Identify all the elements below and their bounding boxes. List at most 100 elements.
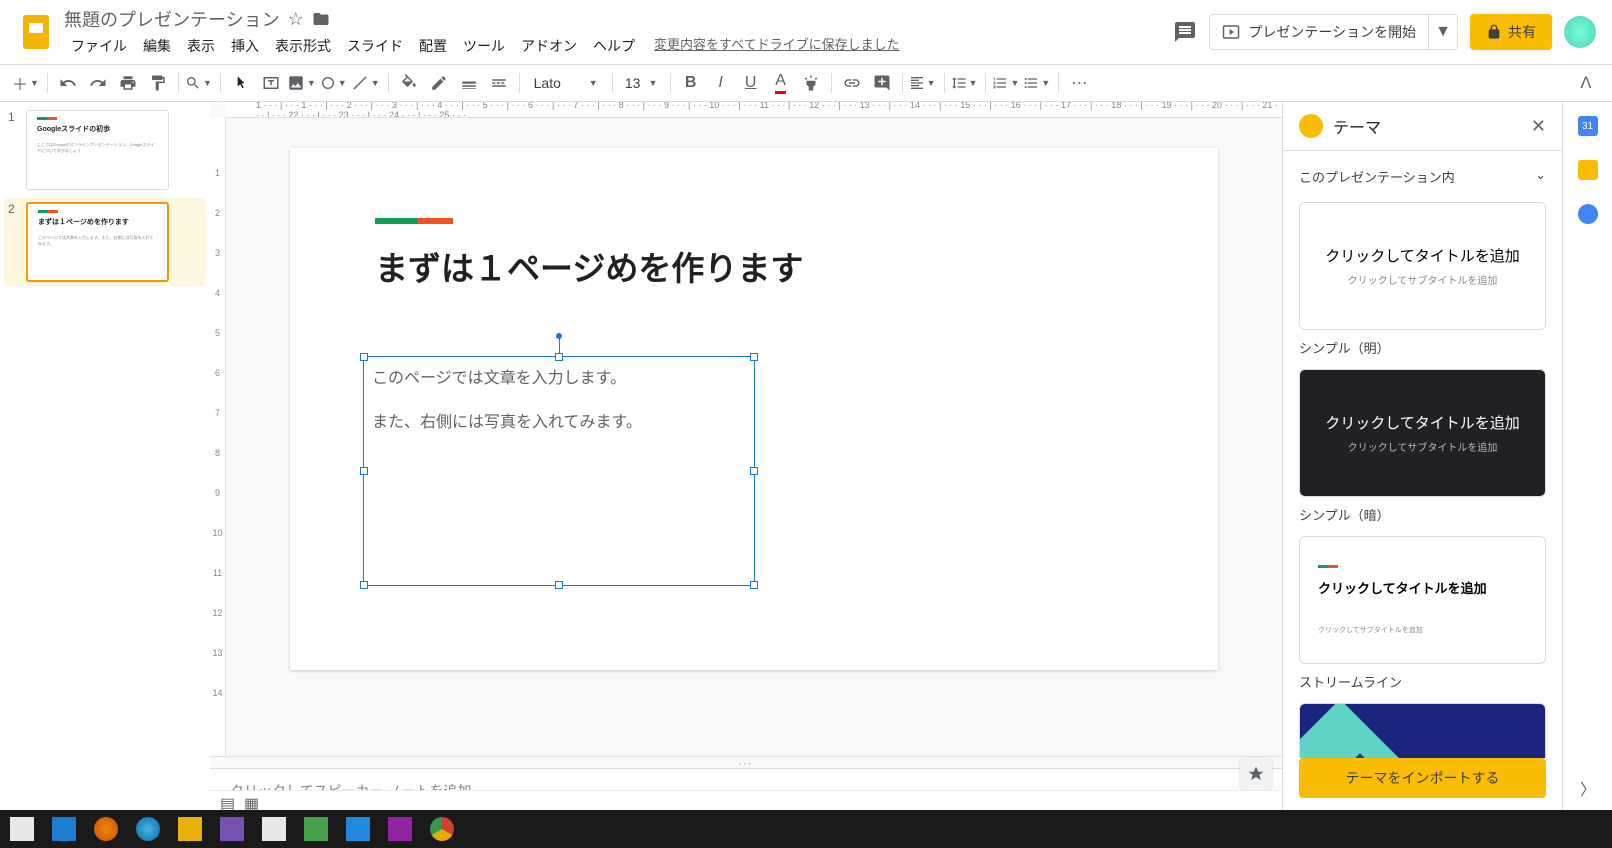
bullet-list-button[interactable]: ▼ <box>1023 69 1052 97</box>
paint-format-button[interactable] <box>144 69 172 97</box>
theme-panel: テーマ ✕ このプレゼンテーション内 ⌄ クリックしてタイトルを追加 クリックし… <box>1282 102 1562 810</box>
menu-tools[interactable]: ツール <box>456 34 512 58</box>
share-button[interactable]: 共有 <box>1470 14 1552 50</box>
resize-handle-ml[interactable] <box>360 467 368 475</box>
grid-view-icon[interactable]: ▦ <box>244 794 258 808</box>
text-color-button[interactable]: A <box>767 69 795 97</box>
notes-resize-handle[interactable]: ⋯ <box>210 756 1282 768</box>
selected-text-box[interactable]: このページでは文章を入力します。 また、右側には写真を入れてみます。 <box>363 356 755 586</box>
resize-handle-tr[interactable] <box>750 353 758 361</box>
textbox-tool[interactable] <box>257 69 285 97</box>
zoom-button[interactable]: ▼ <box>185 69 214 97</box>
tasks-icon[interactable] <box>1578 204 1598 224</box>
rotation-handle[interactable] <box>556 333 562 339</box>
underline-button[interactable]: U <box>737 69 765 97</box>
bold-button[interactable]: B <box>677 69 705 97</box>
numbered-list-button[interactable]: ▼ <box>992 69 1021 97</box>
resize-handle-tm[interactable] <box>555 353 563 361</box>
taskview-icon[interactable] <box>10 817 34 841</box>
redo-button[interactable] <box>84 69 112 97</box>
theme-card-streamline[interactable]: クリックしてタイトルを追加 クリックしてサブタイトルを追加 <box>1299 536 1546 664</box>
link-button[interactable] <box>838 69 866 97</box>
menu-arrange[interactable]: 配置 <box>412 34 454 58</box>
new-slide-button[interactable]: ＋▼ <box>12 69 41 97</box>
slides-logo[interactable] <box>16 12 56 52</box>
comment-button[interactable] <box>868 69 896 97</box>
theme-label-streamline: ストリームライン <box>1299 672 1546 691</box>
app-icon-1[interactable] <box>220 817 244 841</box>
file-explorer-icon[interactable] <box>52 817 76 841</box>
menu-insert[interactable]: 挿入 <box>224 34 266 58</box>
menu-format[interactable]: 表示形式 <box>268 34 338 58</box>
toolbar: ＋▼ ▼ ▼ ▼ ▼ Lato▼ 13▼ B I U A ▼ ▼ ▼ ▼ ⋯ ᐱ <box>0 64 1612 102</box>
more-button[interactable]: ⋯ <box>1065 69 1093 97</box>
line-tool[interactable]: ▼ <box>351 69 382 97</box>
app-icon-4[interactable] <box>388 817 412 841</box>
comments-icon[interactable] <box>1173 20 1197 44</box>
undo-button[interactable] <box>54 69 82 97</box>
app-header: 無題のプレゼンテーション ☆ ファイル 編集 表示 挿入 表示形式 スライド 配… <box>0 0 1612 64</box>
save-status[interactable]: 変更内容をすべてドライブに保存しました <box>654 34 900 58</box>
star-icon[interactable]: ☆ <box>288 9 304 30</box>
slide-title-text[interactable]: まずは１ページめを作ります <box>375 242 1133 290</box>
slide-canvas[interactable]: まずは１ページめを作ります このページでは文章を入力します。 また、右 <box>290 148 1218 670</box>
menu-view[interactable]: 表示 <box>180 34 222 58</box>
app-icon-3[interactable] <box>346 817 370 841</box>
slide-thumbnail-2[interactable]: まずは１ページめを作ります このページでは文章を入力します。また、右側には写真を… <box>26 202 169 282</box>
highlight-button[interactable] <box>797 69 825 97</box>
menu-addons[interactable]: アドオン <box>514 34 584 58</box>
resize-handle-br[interactable] <box>750 581 758 589</box>
store-icon[interactable] <box>262 817 286 841</box>
close-icon[interactable]: ✕ <box>1531 116 1546 137</box>
line-spacing-button[interactable]: ▼ <box>951 69 980 97</box>
align-button[interactable]: ▼ <box>909 69 938 97</box>
edge-icon[interactable] <box>136 817 160 841</box>
folder-icon[interactable] <box>178 817 202 841</box>
font-selector[interactable]: Lato▼ <box>526 69 606 97</box>
print-button[interactable] <box>114 69 142 97</box>
resize-handle-bl[interactable] <box>360 581 368 589</box>
theme-panel-title: テーマ <box>1333 114 1521 138</box>
doc-title[interactable]: 無題のプレゼンテーション <box>64 6 280 32</box>
slides-filmstrip: 1 Googleスライドの初歩 ここではGoogleのオンラインプレゼンテーショ… <box>0 102 210 810</box>
font-size-selector[interactable]: 13▼ <box>619 69 664 97</box>
slide-thumbnail-1[interactable]: Googleスライドの初歩 ここではGoogleのオンラインプレゼンテーション、… <box>26 110 169 190</box>
shape-tool[interactable]: ▼ <box>320 69 349 97</box>
image-tool[interactable]: ▼ <box>287 69 318 97</box>
fill-color-button[interactable] <box>395 69 423 97</box>
text-box-line1[interactable]: このページでは文章を入力します。 <box>372 367 746 391</box>
resize-handle-tl[interactable] <box>360 353 368 361</box>
import-theme-button[interactable]: テーマをインポートする <box>1299 758 1546 798</box>
menu-help[interactable]: ヘルプ <box>586 34 642 58</box>
menu-edit[interactable]: 編集 <box>136 34 178 58</box>
account-avatar[interactable] <box>1564 16 1596 48</box>
keep-icon[interactable] <box>1578 160 1598 180</box>
explore-button[interactable] <box>1240 758 1272 790</box>
menu-slide[interactable]: スライド <box>340 34 410 58</box>
present-button[interactable]: プレゼンテーションを開始 ▼ <box>1209 14 1458 50</box>
select-tool[interactable] <box>227 69 255 97</box>
move-folder-icon[interactable] <box>312 10 330 28</box>
text-box-line2[interactable]: また、右側には写真を入れてみます。 <box>372 411 746 435</box>
theme-section-header[interactable]: このプレゼンテーション内 ⌄ <box>1299 159 1546 194</box>
app-icon-2[interactable] <box>304 817 328 841</box>
normal-view-icon[interactable]: ▤ <box>220 794 234 808</box>
theme-card-dark[interactable]: クリックしてタイトルを追加 クリックしてサブタイトルを追加 <box>1299 369 1546 497</box>
menu-bar: ファイル 編集 表示 挿入 表示形式 スライド 配置 ツール アドオン ヘルプ … <box>64 34 1173 58</box>
firefox-icon[interactable] <box>94 817 118 841</box>
collapse-toolbar-icon[interactable]: ᐱ <box>1572 69 1600 97</box>
hide-sidebar-icon[interactable]: 〉 <box>1580 776 1596 800</box>
resize-handle-bm[interactable] <box>555 581 563 589</box>
border-dash-button[interactable] <box>485 69 513 97</box>
menu-file[interactable]: ファイル <box>64 34 134 58</box>
chrome-icon[interactable] <box>430 817 454 841</box>
present-dropdown-icon[interactable]: ▼ <box>1428 15 1457 49</box>
side-addon-bar: 31 〉 <box>1562 102 1612 810</box>
theme-card-focus[interactable]: クリックしてタイトルを追加 <box>1299 703 1546 758</box>
resize-handle-mr[interactable] <box>750 467 758 475</box>
border-weight-button[interactable] <box>455 69 483 97</box>
border-color-button[interactable] <box>425 69 453 97</box>
italic-button[interactable]: I <box>707 69 735 97</box>
calendar-icon[interactable]: 31 <box>1578 116 1598 136</box>
theme-card-light[interactable]: クリックしてタイトルを追加 クリックしてサブタイトルを追加 <box>1299 202 1546 330</box>
